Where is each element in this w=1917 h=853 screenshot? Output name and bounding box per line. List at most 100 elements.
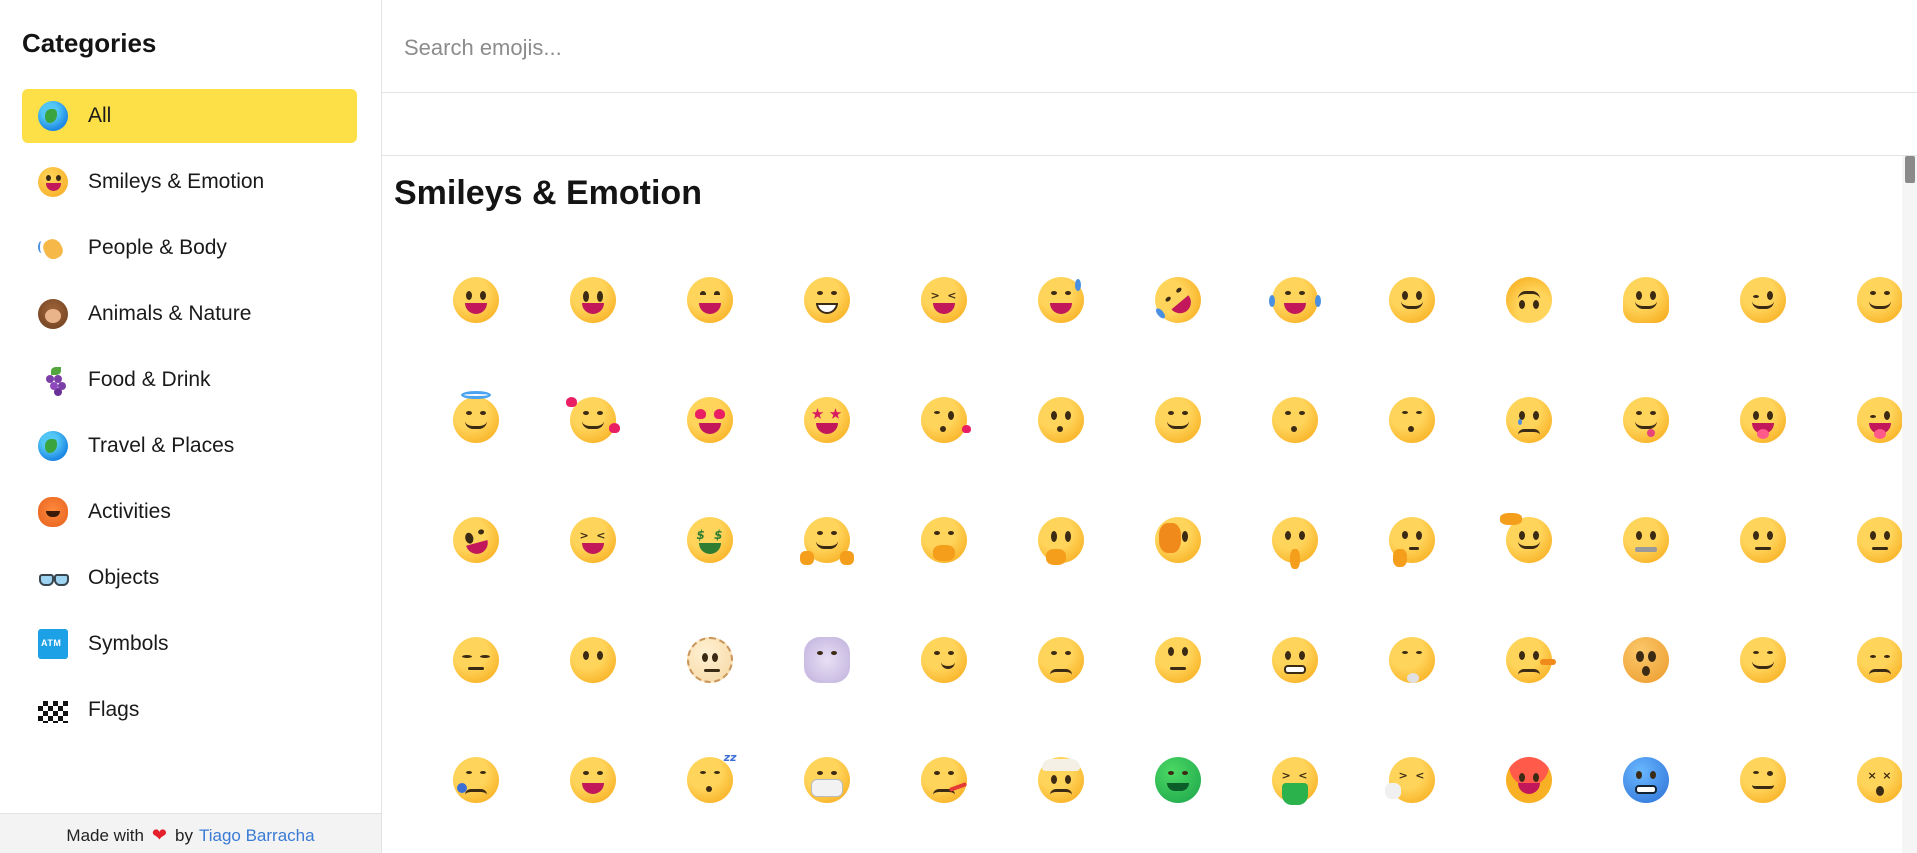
emoji-cell[interactable]	[1704, 360, 1821, 480]
emoji-cell[interactable]	[1587, 600, 1704, 720]
main-panel: Smileys & Emotion >< >< $$ zz >< >< ××	[382, 0, 1917, 853]
emoji-cell[interactable]	[651, 240, 768, 360]
emoji-cell[interactable]	[1002, 360, 1119, 480]
emoji-cell[interactable]: zz	[651, 720, 768, 840]
section-title: Smileys & Emotion	[394, 174, 702, 212]
sidebar-footer: Made with ❤ by Tiago Barracha	[0, 813, 381, 853]
heart-eyes-icon	[686, 397, 733, 443]
category-people-body[interactable]: People & Body	[22, 221, 357, 275]
emoji-cell[interactable]: > <	[885, 240, 1002, 360]
emoji-cell[interactable]	[768, 480, 885, 600]
checkered-flag-icon	[38, 701, 68, 723]
category-list: All Smileys & Emotion People & Body Anim…	[22, 89, 357, 749]
author-link[interactable]: Tiago Barracha	[199, 826, 315, 846]
beaming-face-icon	[803, 277, 850, 323]
category-animals-nature[interactable]: Animals & Nature	[22, 287, 357, 341]
emoji-cell[interactable]: > <	[1353, 720, 1470, 840]
category-objects[interactable]: Objects	[22, 551, 357, 605]
category-activities[interactable]: Activities	[22, 485, 357, 539]
emoji-cell[interactable]	[417, 240, 534, 360]
emoji-cell[interactable]	[1704, 600, 1821, 720]
emoji-cell[interactable]	[768, 600, 885, 720]
emoji-cell[interactable]	[1119, 240, 1236, 360]
emoji-cell[interactable]	[1470, 480, 1587, 600]
emoji-cell[interactable]	[1002, 720, 1119, 840]
emoji-cell[interactable]	[1587, 720, 1704, 840]
category-flags[interactable]: Flags	[22, 683, 357, 737]
no-mouth-face-icon	[569, 637, 616, 683]
emoji-cell[interactable]	[885, 600, 1002, 720]
emoji-cell[interactable]	[1353, 600, 1470, 720]
emoji-cell[interactable]	[417, 720, 534, 840]
emoji-cell[interactable]	[1587, 240, 1704, 360]
emoji-cell[interactable]: × ×	[1821, 720, 1902, 840]
peeking-eye-icon	[1154, 517, 1201, 563]
emoji-cell[interactable]	[534, 360, 651, 480]
winking-face-icon	[1739, 277, 1786, 323]
emoji-cell[interactable]	[1470, 720, 1587, 840]
emoji-cell[interactable]	[534, 240, 651, 360]
emoji-cell[interactable]	[1821, 600, 1902, 720]
search-bar	[382, 0, 1917, 93]
emoji-cell[interactable]	[651, 360, 768, 480]
emoji-grid: > < > < $ $ zz > < > < × ×	[417, 240, 1902, 840]
emoji-cell[interactable]	[417, 480, 534, 600]
emoji-cell[interactable]	[1821, 480, 1902, 600]
emoji-cell[interactable]	[651, 600, 768, 720]
emoji-cell[interactable]	[768, 360, 885, 480]
emoji-cell[interactable]	[1002, 600, 1119, 720]
emoji-cell[interactable]	[1002, 240, 1119, 360]
category-symbols[interactable]: Symbols	[22, 617, 357, 671]
raised-eyebrow-icon	[1739, 517, 1786, 563]
emoji-cell[interactable]	[1821, 240, 1902, 360]
money-mouth-icon: $ $	[686, 517, 733, 563]
emoji-cell[interactable]	[534, 720, 651, 840]
emoji-cell[interactable]	[885, 360, 1002, 480]
emoji-cell[interactable]	[1119, 720, 1236, 840]
emoji-cell[interactable]	[417, 600, 534, 720]
emoji-cell[interactable]	[1470, 600, 1587, 720]
monkey-icon	[38, 299, 68, 329]
emoji-cell[interactable]	[768, 240, 885, 360]
emoji-cell[interactable]	[1236, 480, 1353, 600]
pensive-face-icon	[1856, 637, 1902, 683]
emoji-cell[interactable]	[1119, 360, 1236, 480]
emoji-cell[interactable]	[1236, 600, 1353, 720]
emoji-cell[interactable]	[885, 720, 1002, 840]
search-input[interactable]	[404, 28, 1804, 68]
emoji-cell[interactable]	[1119, 480, 1236, 600]
scrollbar[interactable]	[1902, 156, 1917, 853]
emoji-cell[interactable]	[1587, 360, 1704, 480]
category-food-drink[interactable]: Food & Drink	[22, 353, 357, 407]
emoji-cell[interactable]	[1353, 480, 1470, 600]
emoji-cell[interactable]	[885, 480, 1002, 600]
category-smileys-emotion[interactable]: Smileys & Emotion	[22, 155, 357, 209]
emoji-cell[interactable]	[768, 720, 885, 840]
emoji-cell[interactable]	[1353, 240, 1470, 360]
emoji-cell[interactable]	[417, 360, 534, 480]
category-label: Travel & Places	[88, 434, 235, 457]
emoji-cell[interactable]	[1236, 240, 1353, 360]
emoji-cell[interactable]	[1821, 360, 1902, 480]
emoji-cell[interactable]: $ $	[651, 480, 768, 600]
vomiting-face-icon: > <	[1271, 757, 1318, 805]
thermometer-face-icon	[920, 757, 967, 803]
category-travel-places[interactable]: Travel & Places	[22, 419, 357, 473]
savoring-food-icon	[1622, 397, 1669, 443]
emoji-cell[interactable]	[1353, 360, 1470, 480]
zany-face-icon	[447, 511, 504, 569]
emoji-cell[interactable]	[1587, 480, 1704, 600]
emoji-cell[interactable]	[1119, 600, 1236, 720]
emoji-cell[interactable]	[1236, 360, 1353, 480]
emoji-cell[interactable]	[1470, 240, 1587, 360]
emoji-cell[interactable]	[1704, 480, 1821, 600]
emoji-cell[interactable]	[534, 600, 651, 720]
emoji-cell[interactable]	[1704, 720, 1821, 840]
emoji-cell[interactable]	[1704, 240, 1821, 360]
scrollbar-thumb[interactable]	[1905, 156, 1915, 183]
emoji-cell[interactable]: > <	[534, 480, 651, 600]
emoji-cell[interactable]	[1002, 480, 1119, 600]
category-all[interactable]: All	[22, 89, 357, 143]
emoji-cell[interactable]: > <	[1236, 720, 1353, 840]
emoji-cell[interactable]	[1470, 360, 1587, 480]
